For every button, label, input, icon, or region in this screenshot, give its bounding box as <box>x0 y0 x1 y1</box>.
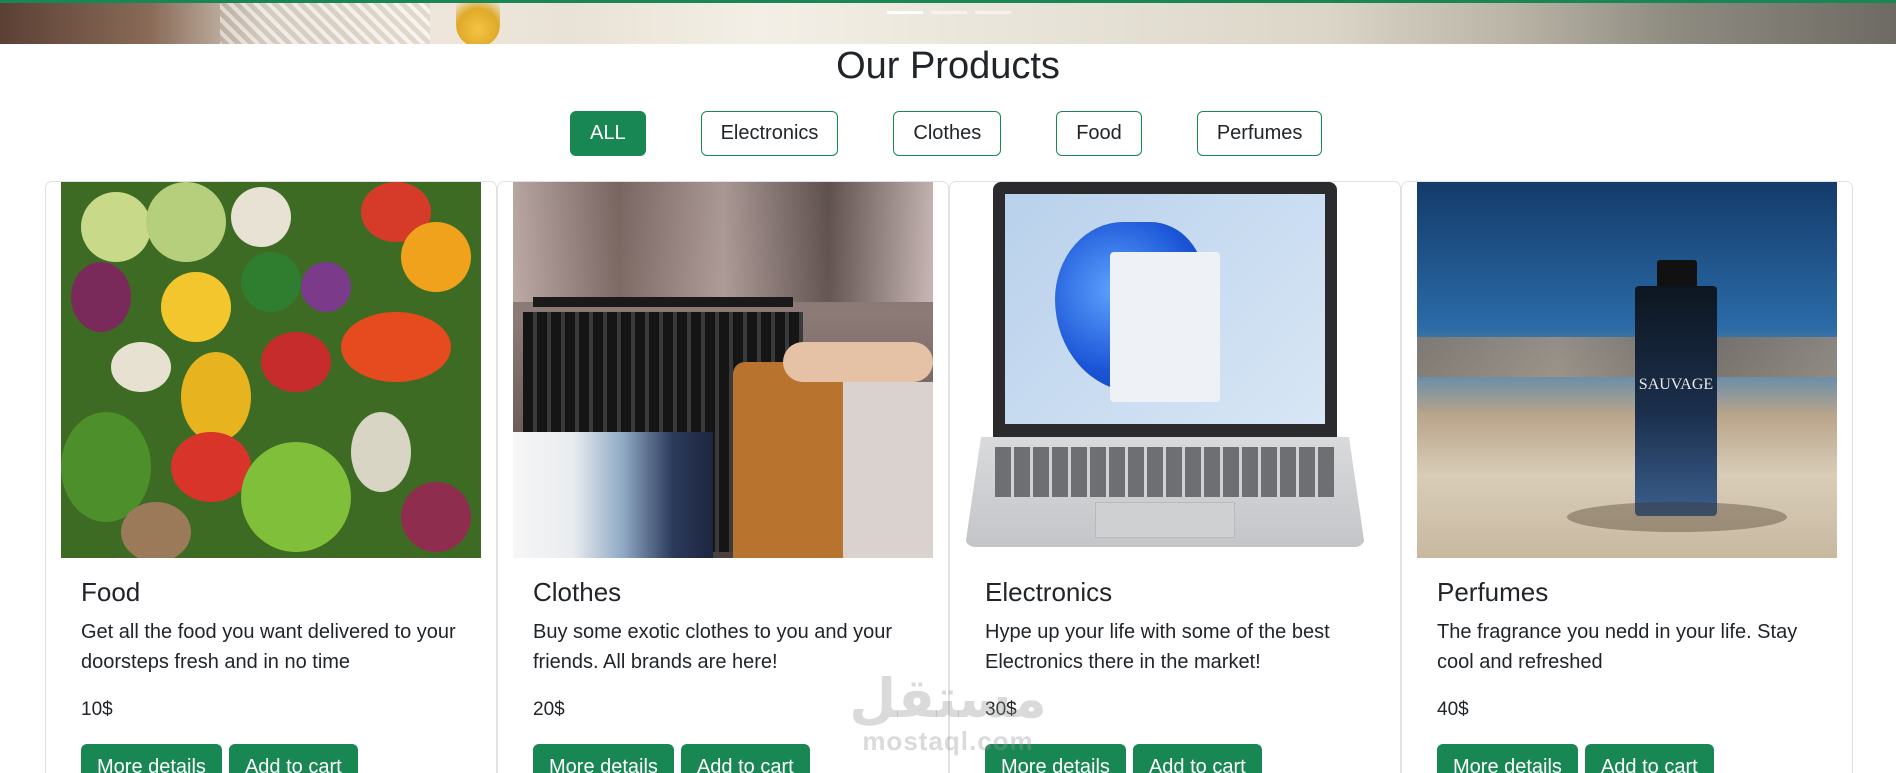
category-filters: ALL Electronics Clothes Food Perfumes <box>570 111 1323 156</box>
filter-all-button[interactable]: ALL <box>570 111 646 156</box>
electronics-image <box>965 182 1385 558</box>
more-details-button[interactable]: More details <box>81 744 222 773</box>
card-actions: More details Add to cart <box>81 744 476 773</box>
watermark-arabic: مستقل <box>849 669 1047 729</box>
card-title: Food <box>81 577 141 607</box>
add-to-cart-button[interactable]: Add to cart <box>680 744 810 773</box>
add-to-cart-button[interactable]: Add to cart <box>1132 744 1262 773</box>
card-description: Get all the food you want delivered to y… <box>81 621 456 673</box>
carousel-indicator-3[interactable] <box>975 11 1011 14</box>
card-body: Food Get all the food you want delivered… <box>81 574 476 773</box>
perfume-image: SAUVAGE <box>1417 182 1837 558</box>
filter-perfumes-button[interactable]: Perfumes <box>1196 111 1323 156</box>
hero-glass-decoration <box>456 3 500 44</box>
card-actions: More details Add to cart <box>1437 744 1832 773</box>
product-card-perfumes: SAUVAGE Perfumes The fragrance you nedd … <box>1401 181 1853 773</box>
carousel-indicator-2[interactable] <box>931 11 967 14</box>
card-description: Buy some exotic clothes to you and your … <box>533 621 893 673</box>
more-details-button[interactable]: More details <box>533 744 674 773</box>
filter-electronics-button[interactable]: Electronics <box>700 111 839 156</box>
card-description: The fragrance you nedd in your life. Sta… <box>1437 621 1798 673</box>
filter-clothes-button[interactable]: Clothes <box>893 111 1002 156</box>
card-title: Clothes <box>533 577 622 607</box>
section-title: Our Products <box>836 45 1060 87</box>
card-price: 10$ <box>81 699 113 720</box>
filter-food-button[interactable]: Food <box>1056 111 1142 156</box>
watermark: مستقل mostaql.com <box>848 672 1048 757</box>
clothes-image <box>513 182 933 558</box>
more-details-button[interactable]: More details <box>1437 744 1578 773</box>
card-title: Perfumes <box>1437 577 1549 607</box>
card-body: Perfumes The fragrance you nedd in your … <box>1437 574 1832 773</box>
add-to-cart-button[interactable]: Add to cart <box>1584 744 1714 773</box>
add-to-cart-button[interactable]: Add to cart <box>228 744 358 773</box>
card-title: Electronics <box>985 577 1113 607</box>
food-image <box>61 182 481 558</box>
card-price: 40$ <box>1437 699 1469 720</box>
watermark-latin: mostaql.com <box>862 726 1034 756</box>
card-description: Hype up your life with some of the best … <box>985 621 1330 673</box>
carousel-indicators[interactable] <box>887 11 1011 14</box>
perfume-bottle-label: SAUVAGE <box>1638 376 1714 393</box>
product-card-food: Food Get all the food you want delivered… <box>45 181 497 773</box>
hero-lace-texture <box>220 3 430 44</box>
carousel-indicator-1[interactable] <box>887 11 923 14</box>
hero-carousel <box>0 0 1896 44</box>
